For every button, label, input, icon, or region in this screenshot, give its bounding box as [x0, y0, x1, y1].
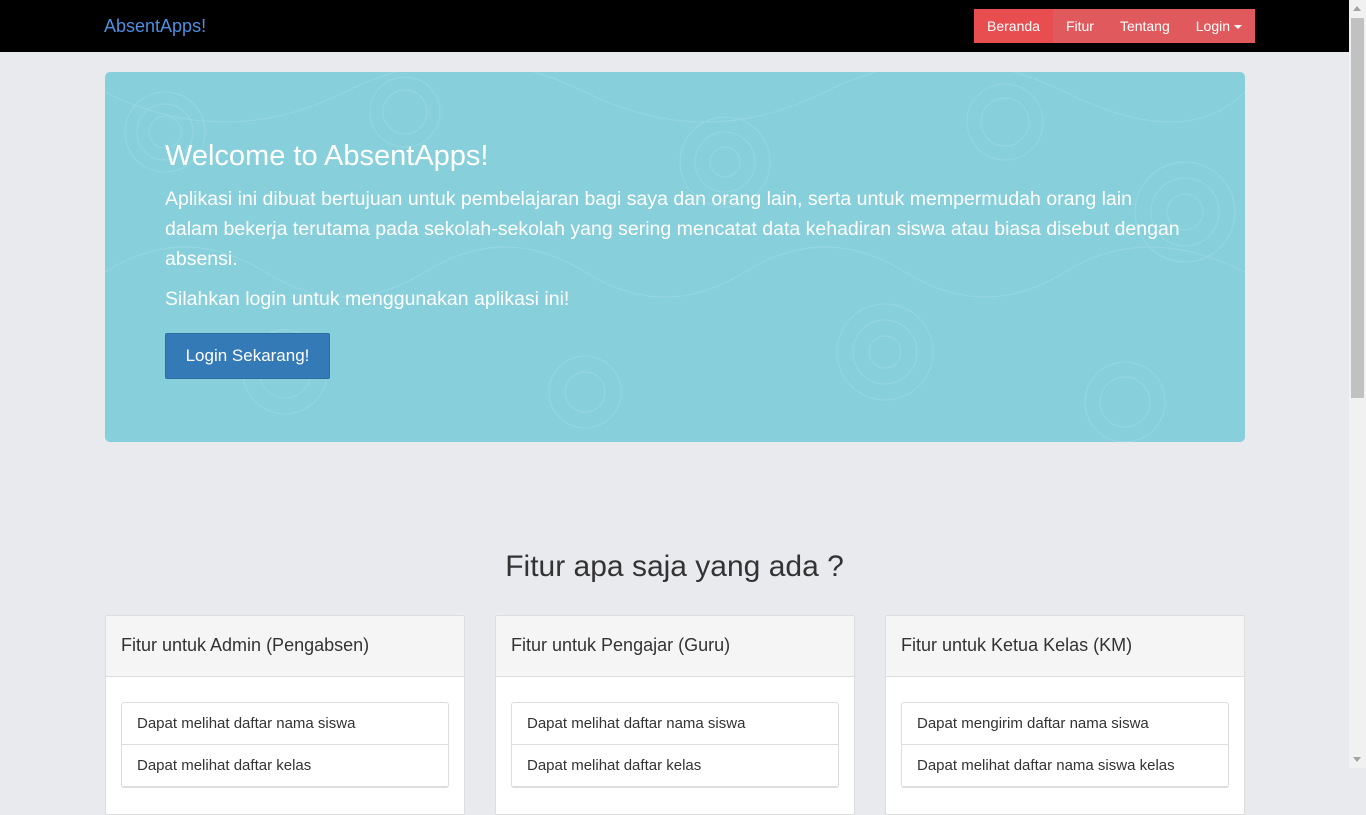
list-item: Dapat melihat daftar kelas [512, 745, 838, 787]
hero-description: Aplikasi ini dibuat bertujuan untuk pemb… [165, 188, 1180, 270]
nav-menu: Beranda Fitur Tentang Login [974, 9, 1256, 43]
hero-title: Welcome to AbsentApps! [165, 140, 489, 172]
page-scrollbar[interactable] [1349, 0, 1366, 768]
nav-item-login-dropdown[interactable]: Login [1183, 9, 1255, 43]
feature-list: Dapat melihat daftar nama siswa Dapat me… [511, 702, 839, 788]
caret-down-icon [1234, 25, 1243, 30]
nav-item-beranda[interactable]: Beranda [974, 9, 1053, 43]
nav-item-fitur[interactable]: Fitur [1053, 9, 1107, 43]
features-title: Fitur apa saja yang ada ? [505, 550, 844, 583]
hero-jumbotron: Welcome to AbsentApps! Aplikasi ini dibu… [105, 72, 1245, 442]
feature-list: Dapat mengirim daftar nama siswa Dapat m… [901, 702, 1229, 788]
scroll-up-arrow-icon[interactable] [1353, 6, 1361, 11]
feature-panel-admin: Fitur untuk Admin (Pengabsen) Dapat meli… [105, 615, 465, 815]
login-now-button[interactable]: Login Sekarang! [165, 333, 330, 379]
hero-subtext: Silahkan login untuk menggunakan aplikas… [165, 288, 570, 310]
panel-heading: Fitur untuk Ketua Kelas (KM) [886, 616, 1244, 677]
feature-panel-teacher: Fitur untuk Pengajar (Guru) Dapat meliha… [495, 615, 855, 815]
list-item: Dapat melihat daftar nama siswa [512, 703, 838, 745]
scrollbar-thumb[interactable] [1351, 18, 1364, 398]
panel-heading: Fitur untuk Admin (Pengabsen) [106, 616, 464, 677]
feature-panel-class-leader: Fitur untuk Ketua Kelas (KM) Dapat mengi… [885, 615, 1245, 815]
list-item: Dapat mengirim daftar nama siswa [902, 703, 1228, 745]
list-item: Dapat melihat daftar nama siswa [122, 703, 448, 745]
list-item: Dapat melihat daftar kelas [122, 745, 448, 787]
nav-item-login-label: Login [1195, 18, 1231, 34]
list-item: Dapat melihat daftar nama siswa kelas [902, 745, 1228, 787]
navbar: AbsentApps! Beranda Fitur Tentang Login [0, 0, 1349, 52]
brand-link[interactable]: AbsentApps! [104, 16, 206, 37]
panel-heading: Fitur untuk Pengajar (Guru) [496, 616, 854, 677]
feature-list: Dapat melihat daftar nama siswa Dapat me… [121, 702, 449, 788]
scroll-down-arrow-icon[interactable] [1353, 757, 1361, 762]
nav-item-tentang[interactable]: Tentang [1107, 9, 1183, 43]
